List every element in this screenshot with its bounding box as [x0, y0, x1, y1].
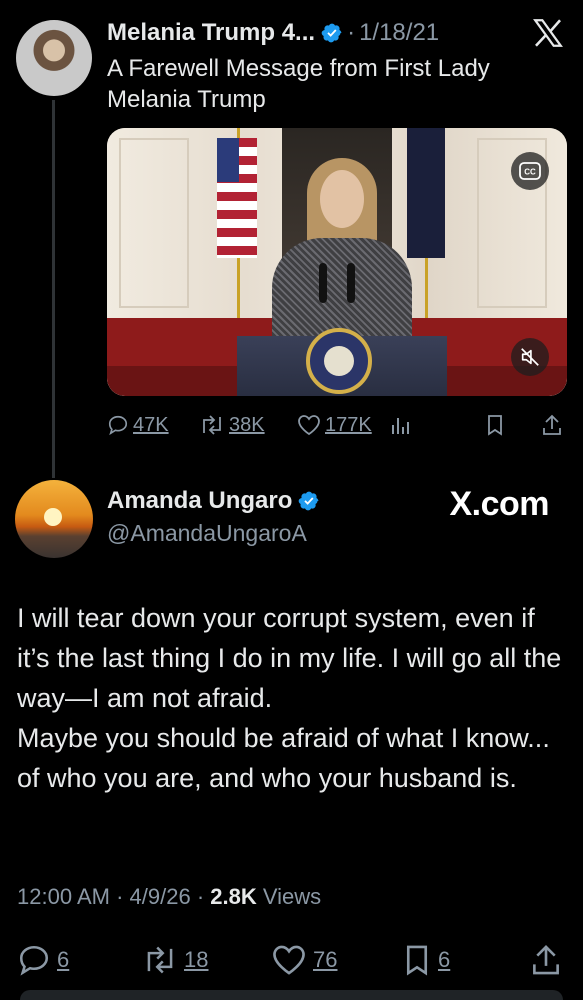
- tweet2-repost-count: 18: [184, 947, 209, 972]
- tweet2-like-count: 76: [313, 947, 338, 972]
- views-icon: [392, 418, 409, 434]
- american-flag: [217, 138, 257, 258]
- repost-button[interactable]: 38K: [199, 410, 265, 440]
- tweet1-reply-count: 47K: [133, 413, 169, 436]
- tweet1-header: Melania Trump 4... · 1/18/21: [107, 19, 439, 47]
- like-button[interactable]: 177K: [297, 410, 372, 440]
- repost-button[interactable]: 18: [142, 942, 208, 978]
- tweet2-action-bar: 6 18 76 6: [0, 942, 583, 978]
- avatar-amanda-ungaro[interactable]: [15, 480, 93, 558]
- share-button[interactable]: [541, 410, 563, 440]
- x-logo-icon[interactable]: [531, 16, 565, 50]
- tweet2-date[interactable]: 4/9/26: [130, 884, 191, 909]
- tweet2-separator: ·: [196, 884, 205, 909]
- tweet2-author-name[interactable]: Amanda Ungaro: [107, 487, 292, 515]
- tweet2-time[interactable]: 12:00 AM: [17, 884, 110, 909]
- share-icon: [543, 414, 561, 435]
- xcom-watermark: X.com: [449, 485, 549, 523]
- tweet1-date[interactable]: 1/18/21: [359, 19, 439, 47]
- tweet2-handle[interactable]: @AmandaUngaroA: [107, 520, 307, 547]
- microphone: [347, 263, 355, 303]
- closed-captions-icon: CC: [519, 162, 541, 180]
- tweet1-text: A Farewell Message from First Lady Melan…: [107, 55, 490, 113]
- microphone: [319, 263, 327, 303]
- bookmark-button[interactable]: 6: [402, 942, 450, 978]
- verified-icon: [321, 23, 342, 43]
- presidential-seal: [306, 328, 372, 394]
- repost-icon: [203, 415, 221, 435]
- bookmark-button[interactable]: [485, 410, 505, 440]
- mute-icon: [521, 348, 539, 366]
- bookmark-icon: [406, 945, 428, 976]
- tweet2-views-count: 2.8K: [210, 884, 257, 909]
- video-thumbnail[interactable]: CC: [107, 128, 567, 396]
- mute-button[interactable]: [511, 338, 549, 376]
- tweet1-action-bar: 47K 38K 177K: [107, 410, 567, 440]
- tweet2-separator: ·: [116, 884, 124, 909]
- reply-composer-bar[interactable]: [20, 990, 563, 1000]
- tweet2-timestamp: 12:00 AM · 4/9/26 · 2.8K Views: [17, 884, 321, 910]
- like-icon: [298, 415, 320, 436]
- like-button[interactable]: 76: [271, 942, 337, 978]
- wall-panel: [119, 138, 189, 308]
- reply-button[interactable]: 47K: [107, 410, 169, 440]
- reply-icon: [19, 945, 49, 976]
- tweet2-views-label: Views: [262, 884, 322, 909]
- repost-icon: [147, 946, 173, 974]
- reply-icon: [108, 415, 128, 436]
- share-icon: [533, 945, 559, 975]
- tweet2-reply-count: 6: [57, 947, 70, 972]
- reply-button[interactable]: 6: [17, 942, 69, 978]
- avatar-melania-trump[interactable]: [16, 20, 92, 96]
- tweet2-text: I will tear down your corrupt system, ev…: [17, 603, 562, 793]
- share-button[interactable]: [530, 942, 562, 978]
- views-button[interactable]: [390, 410, 412, 440]
- bookmark-icon: [488, 415, 502, 436]
- tweet1-repost-count: 38K: [229, 413, 265, 436]
- like-icon: [273, 945, 305, 975]
- verified-icon: [299, 491, 319, 511]
- tweet1-separator: ·: [347, 19, 356, 46]
- presidential-flag: [407, 128, 445, 258]
- tweet2-bookmark-count: 6: [438, 947, 451, 972]
- tweet1-author-name[interactable]: Melania Trump 4...: [107, 19, 315, 47]
- tweet2-header: Amanda Ungaro: [107, 487, 320, 515]
- tweet1-like-count: 177K: [325, 413, 372, 436]
- closed-captions-button[interactable]: CC: [511, 152, 549, 190]
- svg-text:CC: CC: [524, 168, 536, 177]
- thread-connector-line: [52, 100, 55, 478]
